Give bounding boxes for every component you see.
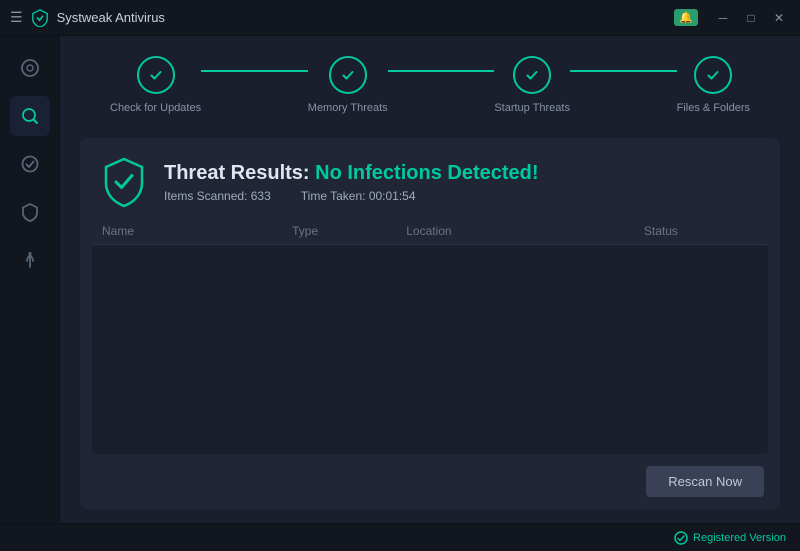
app-body: Check for Updates Memory Threats Sta (0, 36, 800, 523)
items-scanned-stat: Items Scanned: 633 (164, 189, 271, 203)
shield-success-icon (100, 156, 148, 208)
table-header: Name Type Location Status (92, 218, 768, 245)
results-footer: Rescan Now (80, 454, 780, 509)
registered-label: Registered Version (693, 532, 786, 544)
sidebar-item-protection[interactable] (10, 144, 50, 184)
title-bar: ☰ Systweak Antivirus 🔔 ─ □ ✕ (0, 0, 800, 36)
app-logo (31, 9, 49, 27)
maximize-button[interactable]: □ (740, 7, 762, 29)
step-line-2 (388, 70, 495, 73)
col-type: Type (292, 224, 406, 238)
table-body (92, 245, 768, 454)
main-content: Check for Updates Memory Threats Sta (60, 36, 800, 523)
results-title: Threat Results: No Infections Detected! (164, 162, 760, 185)
step-label-check-updates: Check for Updates (110, 102, 201, 114)
time-taken-stat: Time Taken: 00:01:54 (301, 189, 416, 203)
step-circle-startup-threats (513, 56, 551, 94)
app-footer: Registered Version (0, 523, 800, 551)
progress-steps: Check for Updates Memory Threats Sta (80, 56, 780, 114)
sidebar-item-scan[interactable] (10, 96, 50, 136)
step-circle-check-updates (137, 56, 175, 94)
sidebar (0, 36, 60, 523)
col-status: Status (644, 224, 758, 238)
registered-check-icon (674, 531, 688, 545)
sidebar-item-home[interactable] (10, 48, 50, 88)
step-line-3 (570, 70, 677, 73)
app-title: Systweak Antivirus (57, 10, 165, 25)
results-header: Threat Results: No Infections Detected! … (80, 138, 780, 218)
results-table: Name Type Location Status (92, 218, 768, 454)
sidebar-item-shield[interactable] (10, 192, 50, 232)
step-label-memory-threats: Memory Threats (308, 102, 388, 114)
minimize-button[interactable]: ─ (712, 7, 734, 29)
rescan-button[interactable]: Rescan Now (646, 466, 764, 497)
results-panel: Threat Results: No Infections Detected! … (80, 138, 780, 509)
sidebar-item-boost[interactable] (10, 240, 50, 280)
window-controls: 🔔 ─ □ ✕ (674, 7, 790, 29)
col-location: Location (406, 224, 644, 238)
step-memory-threats: Memory Threats (308, 56, 388, 114)
results-info: Threat Results: No Infections Detected! … (164, 162, 760, 203)
step-line-1 (201, 70, 308, 73)
col-name: Name (102, 224, 292, 238)
results-stats: Items Scanned: 633 Time Taken: 00:01:54 (164, 189, 760, 203)
results-highlight: No Infections Detected! (315, 162, 538, 184)
step-check-updates: Check for Updates (110, 56, 201, 114)
step-label-files-folders: Files & Folders (677, 102, 750, 114)
step-files-folders: Files & Folders (677, 56, 750, 114)
step-circle-memory-threats (329, 56, 367, 94)
notification-icon[interactable]: 🔔 (674, 9, 698, 26)
step-startup-threats: Startup Threats (494, 56, 570, 114)
step-circle-files-folders (694, 56, 732, 94)
menu-icon[interactable]: ☰ (10, 9, 23, 26)
close-button[interactable]: ✕ (768, 7, 790, 29)
step-label-startup-threats: Startup Threats (494, 102, 570, 114)
registered-badge: Registered Version (674, 531, 786, 545)
results-title-text: Threat Results: (164, 162, 310, 184)
